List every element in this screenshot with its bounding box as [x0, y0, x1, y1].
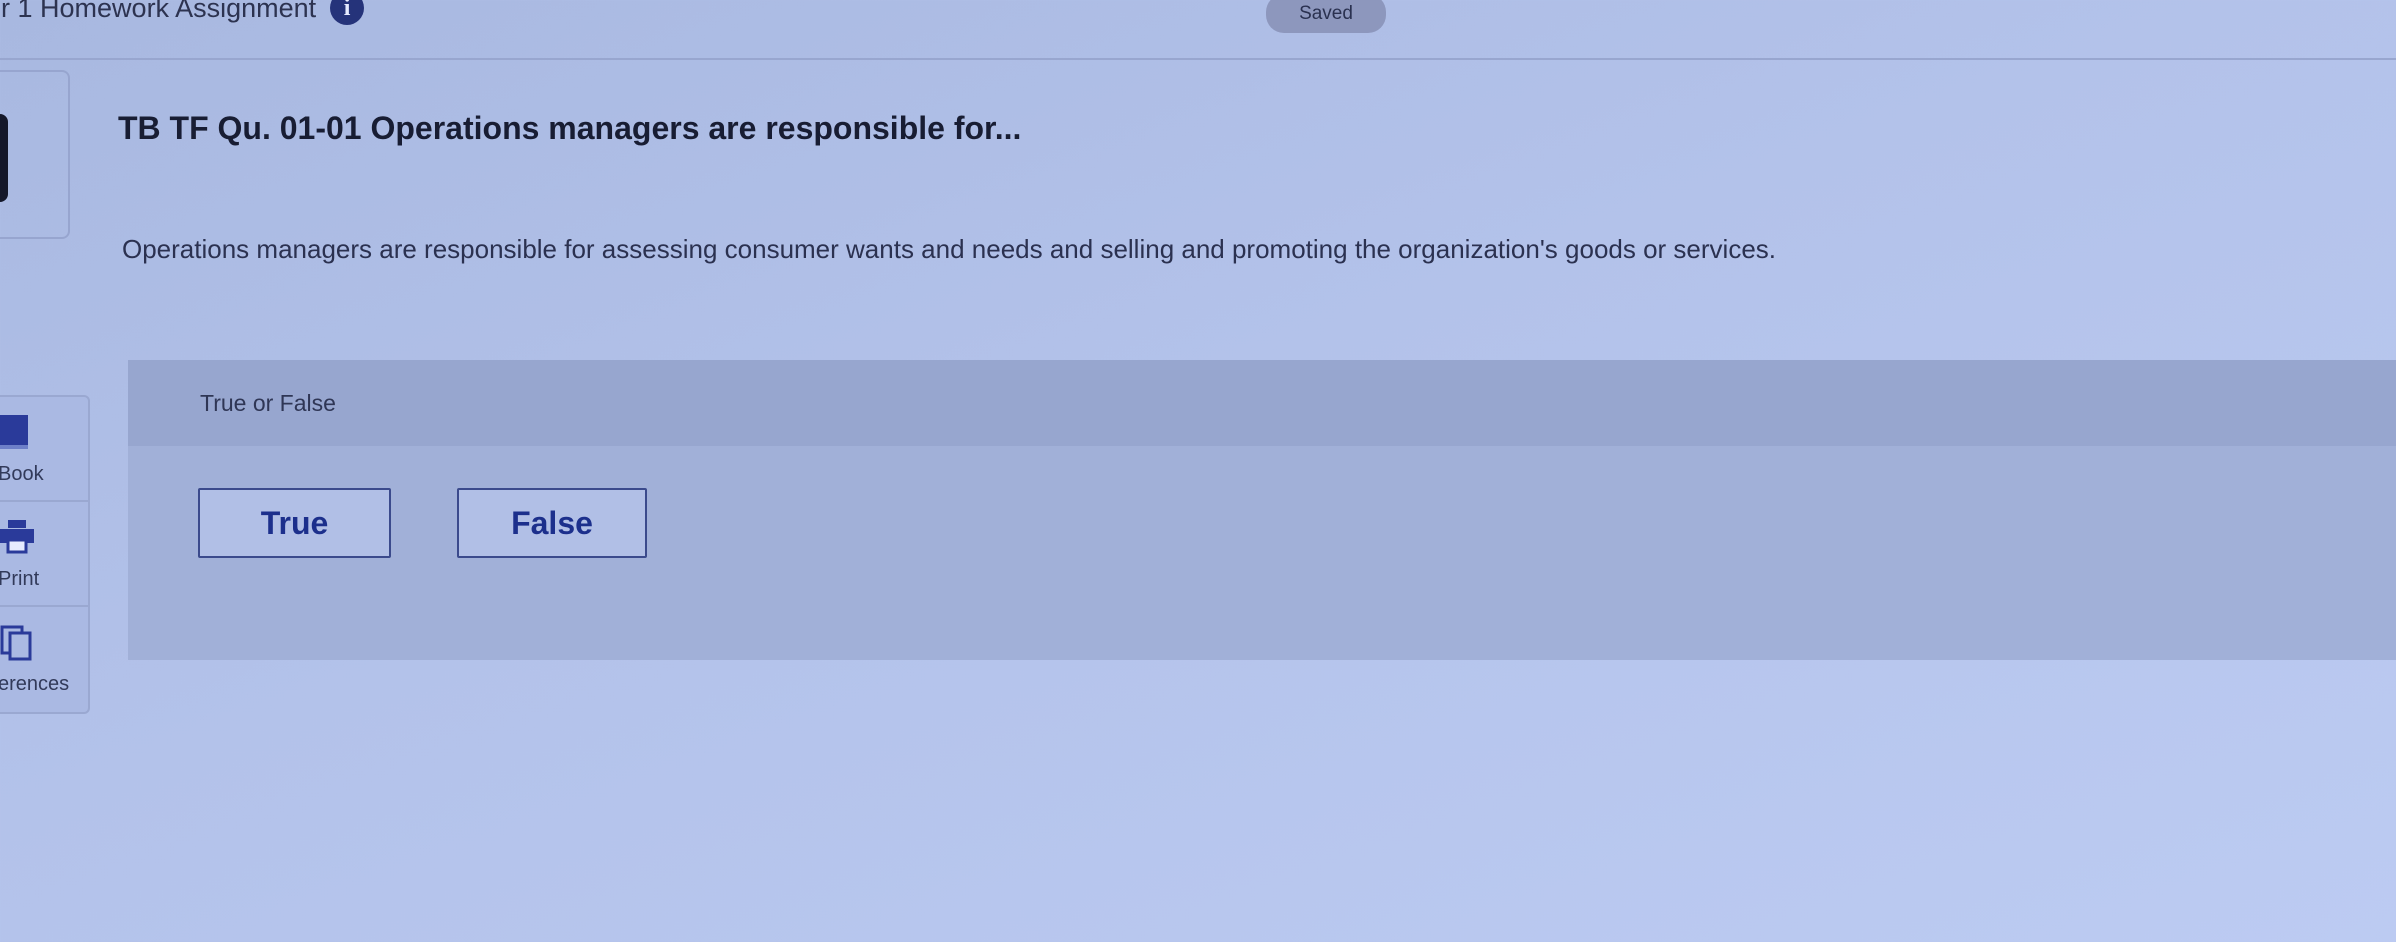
question-nav-marker — [0, 114, 8, 202]
tools-sidebar: Book Print erences — [0, 395, 90, 714]
question-nav-tab[interactable] — [0, 70, 70, 239]
question-title: TB TF Qu. 01-01 Operations managers are … — [118, 110, 1022, 146]
ebook-tool[interactable]: Book — [0, 397, 88, 502]
answer-type-label: True or False — [200, 390, 336, 416]
references-tool[interactable]: erences — [0, 607, 88, 710]
ebook-icon — [0, 415, 30, 456]
references-label: erences — [0, 673, 70, 695]
true-button[interactable]: True — [198, 488, 391, 558]
answer-type-header: True or False — [128, 360, 2396, 446]
references-icon — [0, 625, 32, 666]
info-icon[interactable]: i — [330, 0, 365, 25]
print-tool[interactable]: Print — [0, 502, 88, 607]
answer-panel: True or False True False — [128, 360, 2396, 660]
assignment-title: er 1 Homework Assignment i — [0, 0, 365, 28]
ebook-label: Book — [0, 463, 44, 485]
print-icon — [0, 520, 34, 559]
question-text: Operations managers are responsible for … — [122, 234, 1777, 264]
false-button[interactable]: False — [457, 488, 647, 558]
print-label: Print — [0, 568, 40, 590]
top-bar: er 1 Homework Assignment i Saved — [0, 0, 2396, 60]
assignment-title-text: er 1 Homework Assignment — [0, 0, 317, 23]
saved-status-badge: Saved — [1266, 0, 1386, 33]
